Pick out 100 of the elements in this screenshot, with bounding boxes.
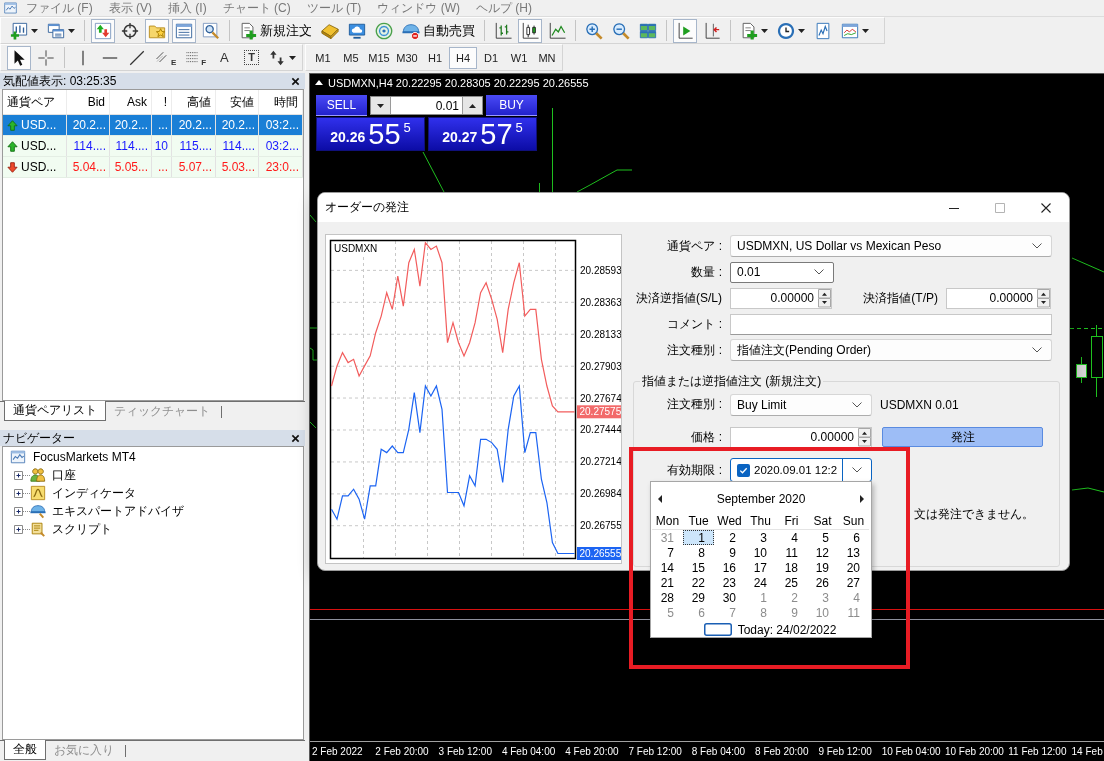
price-field[interactable]: 0.00000 xyxy=(730,426,872,448)
caret-icon[interactable] xyxy=(798,28,805,33)
calendar-day[interactable]: 17 xyxy=(745,560,776,575)
calendar-day[interactable]: 24 xyxy=(745,575,776,590)
lot-spinner[interactable]: 0.01 xyxy=(370,96,483,115)
expand-icon[interactable] xyxy=(14,524,23,534)
calendar-day[interactable]: 22 xyxy=(683,575,714,590)
place-order-button[interactable]: 発注 xyxy=(882,427,1043,447)
calendar-day[interactable]: 13 xyxy=(838,545,869,560)
timeframe-button[interactable]: M5 xyxy=(337,46,365,69)
chevron-down-icon[interactable] xyxy=(1032,347,1042,353)
column-header[interactable]: 安値 xyxy=(216,90,259,114)
calendar-day[interactable]: 16 xyxy=(714,560,745,575)
menu-item[interactable]: ウィンドウ (W) xyxy=(377,0,460,17)
previous-month-icon[interactable] xyxy=(658,495,662,503)
calendar-day[interactable]: 8 xyxy=(745,605,776,620)
menu-item[interactable]: チャート (C) xyxy=(222,0,291,17)
timeframe-button[interactable]: H1 xyxy=(421,46,449,69)
table-row[interactable]: USD... 5.04... 5.05... ... 5.07... 5.03... 23:0... xyxy=(3,157,303,178)
tab[interactable]: 通貨ペアリスト xyxy=(4,401,106,421)
calendar-day[interactable]: 4 xyxy=(776,530,807,545)
clock-icon[interactable] xyxy=(777,21,795,40)
toolbar-button[interactable]: E xyxy=(152,45,180,70)
toolbar-button[interactable]: A xyxy=(212,45,237,70)
checkbox[interactable] xyxy=(737,463,750,477)
calendar-day[interactable]: 30 xyxy=(714,590,745,605)
calendar-day[interactable]: 2 xyxy=(776,590,807,605)
caret-icon[interactable] xyxy=(761,28,768,33)
calendar-day[interactable]: 10 xyxy=(807,605,838,620)
timeframe-button[interactable]: MN xyxy=(533,46,561,69)
menu-item[interactable]: ツール (T) xyxy=(306,0,362,17)
table-row[interactable]: USD... 20.2... 20.2... ... 20.2... 20.2... 03:2... xyxy=(3,115,303,136)
timeframe-button[interactable]: M1 xyxy=(309,46,337,69)
timeframe-button[interactable]: D1 xyxy=(477,46,505,69)
chevron-down-icon[interactable] xyxy=(852,467,862,473)
stop-loss-field[interactable]: 0.00000 xyxy=(730,287,832,309)
menu-item[interactable]: ファイル (F) xyxy=(26,0,93,17)
sell-button[interactable]: SELL xyxy=(316,95,367,116)
menu-item[interactable]: 挿入 (I) xyxy=(168,0,207,17)
calendar-day[interactable]: 3 xyxy=(807,590,838,605)
column-header[interactable]: ! xyxy=(152,90,172,114)
column-header[interactable]: 時間 xyxy=(259,90,303,114)
comment-field[interactable] xyxy=(730,313,1052,335)
tree-item[interactable]: インディケータ xyxy=(52,484,136,502)
up-triangle-icon[interactable] xyxy=(469,103,476,108)
chevron-down-icon[interactable] xyxy=(852,401,862,408)
column-header[interactable]: 通貨ペア xyxy=(3,90,67,114)
take-profit-field[interactable]: 0.00000 xyxy=(946,287,1051,309)
spin-down-icon[interactable] xyxy=(858,437,871,447)
caret-icon[interactable] xyxy=(862,28,869,33)
calendar-day[interactable]: 28 xyxy=(652,590,683,605)
date-time-picker[interactable]: 2020.09.01 12:2 xyxy=(730,458,872,482)
spin-down-icon[interactable] xyxy=(1037,298,1050,308)
volume-dropdown[interactable]: 0.01 xyxy=(730,261,834,283)
buy-button[interactable]: BUY xyxy=(486,95,537,116)
calendar-day[interactable]: 1 xyxy=(683,530,714,545)
caret-icon[interactable] xyxy=(289,55,297,60)
timeframe-button[interactable]: M15 xyxy=(365,46,393,69)
column-header[interactable]: 高値 xyxy=(172,90,216,114)
column-header[interactable]: Ask xyxy=(110,90,152,114)
calendar-day[interactable]: 29 xyxy=(683,590,714,605)
calendar-day[interactable]: 6 xyxy=(838,530,869,545)
calendar-day[interactable]: 5 xyxy=(807,530,838,545)
tree-item[interactable]: エキスパートアドバイザ xyxy=(52,502,184,520)
close-icon[interactable] xyxy=(291,433,300,443)
toolbar-button[interactable]: F xyxy=(182,45,210,70)
calendar-day[interactable]: 18 xyxy=(776,560,807,575)
tree-item[interactable]: スクリプト xyxy=(52,520,112,538)
calendar-day[interactable]: 9 xyxy=(714,545,745,560)
chevron-down-icon[interactable] xyxy=(814,269,824,275)
caret-icon[interactable] xyxy=(31,28,38,33)
calendar-day[interactable]: 2 xyxy=(714,530,745,545)
next-month-icon[interactable] xyxy=(860,495,864,503)
calendar-day[interactable]: 5 xyxy=(652,605,683,620)
calendar-day[interactable]: 9 xyxy=(776,605,807,620)
calendar-day[interactable]: 12 xyxy=(807,545,838,560)
calendar-day[interactable]: 3 xyxy=(745,530,776,545)
spin-up-icon[interactable] xyxy=(818,288,831,298)
pending-type-dropdown[interactable]: Buy Limit xyxy=(730,393,872,416)
calendar-day[interactable]: 6 xyxy=(683,605,714,620)
calendar-day[interactable]: 21 xyxy=(652,575,683,590)
caret-icon[interactable] xyxy=(68,28,75,33)
expand-icon[interactable] xyxy=(14,470,23,480)
timeframe-button[interactable]: M30 xyxy=(393,46,421,69)
timeframe-button[interactable]: W1 xyxy=(505,46,533,69)
expand-icon[interactable] xyxy=(14,506,23,516)
calendar-day[interactable]: 19 xyxy=(807,560,838,575)
triangle-icon[interactable] xyxy=(315,80,323,85)
today-link[interactable]: Today: 24/02/2022 xyxy=(737,622,837,637)
tree-item[interactable]: FocusMarkets MT4 xyxy=(33,450,136,464)
spin-up-icon[interactable] xyxy=(858,427,871,437)
order-type-dropdown[interactable]: 指値注文(Pending Order) xyxy=(730,339,1052,361)
spin-up-icon[interactable] xyxy=(1037,288,1050,298)
calendar-day[interactable]: 15 xyxy=(683,560,714,575)
toolbar-button[interactable]: 自動売買 xyxy=(399,18,478,43)
calendar-day[interactable]: 27 xyxy=(838,575,869,590)
menu-item[interactable]: ヘルプ (H) xyxy=(476,0,532,17)
calendar-day[interactable]: 26 xyxy=(807,575,838,590)
calendar-day[interactable]: 10 xyxy=(745,545,776,560)
symbol-dropdown[interactable]: USDMXN, US Dollar vs Mexican Peso xyxy=(730,235,1052,257)
